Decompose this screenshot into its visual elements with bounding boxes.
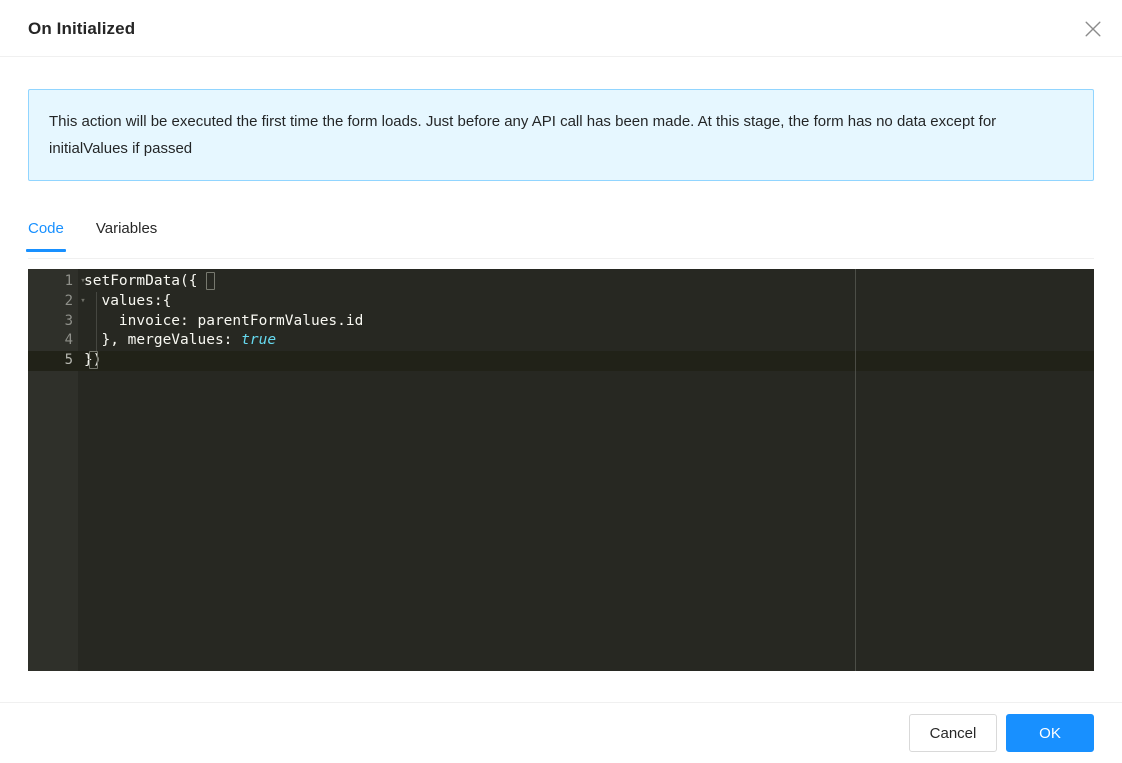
page-title: On Initialized [28,18,136,38]
code-editor[interactable]: 1 ▾ 2 ▾ 3 4 5 setFormData({values:{inv… [28,269,1094,671]
gutter-line-active[interactable]: 5 [28,351,78,371]
ok-button-label: OK [1039,724,1061,742]
code-line-3[interactable]: invoice: parentFormValues.id [78,312,1094,332]
gutter-line[interactable]: 1 ▾ [28,272,86,292]
line-number: 4 [64,332,73,349]
line-number: 1 [64,273,73,289]
cancel-button[interactable]: Cancel [909,714,997,752]
code-text: setFormData({ [84,273,198,289]
close-icon [1084,20,1102,38]
text-cursor [206,272,215,290]
cancel-button-label: Cancel [929,724,977,742]
tab-variables[interactable]: Variables [96,215,157,252]
editor-content[interactable]: setFormData({ values:{ invoice: parentFo… [78,269,1094,671]
code-text: invoice: parentFormValues.id [84,312,364,329]
dialog-body: This action will be executed the first t… [0,57,1122,702]
dialog-header: On Initialized [0,0,1122,57]
matching-bracket-marker [89,351,98,369]
code-line-2[interactable]: values:{ [78,292,1094,312]
editor-gutter: 1 ▾ 2 ▾ 3 4 5 [28,269,86,671]
line-number: 5 [64,352,73,369]
gutter-line[interactable]: 4 [28,331,78,351]
info-banner-text: This action will be executed the first t… [49,113,997,157]
code-keyword-true: true [241,332,277,349]
on-initialized-dialog: On Initialized This action will be execu… [0,0,1122,763]
code-line-1[interactable]: setFormData({ [78,272,1094,292]
close-button[interactable] [1064,0,1122,57]
code-text: }, mergeValues: [84,332,242,349]
code-text: values:{ [84,292,172,309]
line-number: 3 [64,312,73,329]
line-number: 2 [64,292,73,309]
tab-code-label: Code [28,220,64,237]
code-line-4[interactable]: }, mergeValues: true [78,331,1094,351]
tab-list: Code Variables [26,215,1094,259]
info-banner: This action will be executed the first t… [28,89,1094,181]
gutter-line[interactable]: 2 ▾ [28,292,86,312]
gutter-line[interactable]: 3 [28,312,78,332]
ok-button[interactable]: OK [1006,714,1094,752]
tab-bar: Code Variables [26,215,1094,261]
tab-variables-label: Variables [95,220,158,237]
dialog-footer: Cancel OK [0,702,1122,763]
tab-code[interactable]: Code [26,215,66,252]
tab-divider [28,258,1094,259]
code-line-5[interactable]: }) [78,351,1094,371]
